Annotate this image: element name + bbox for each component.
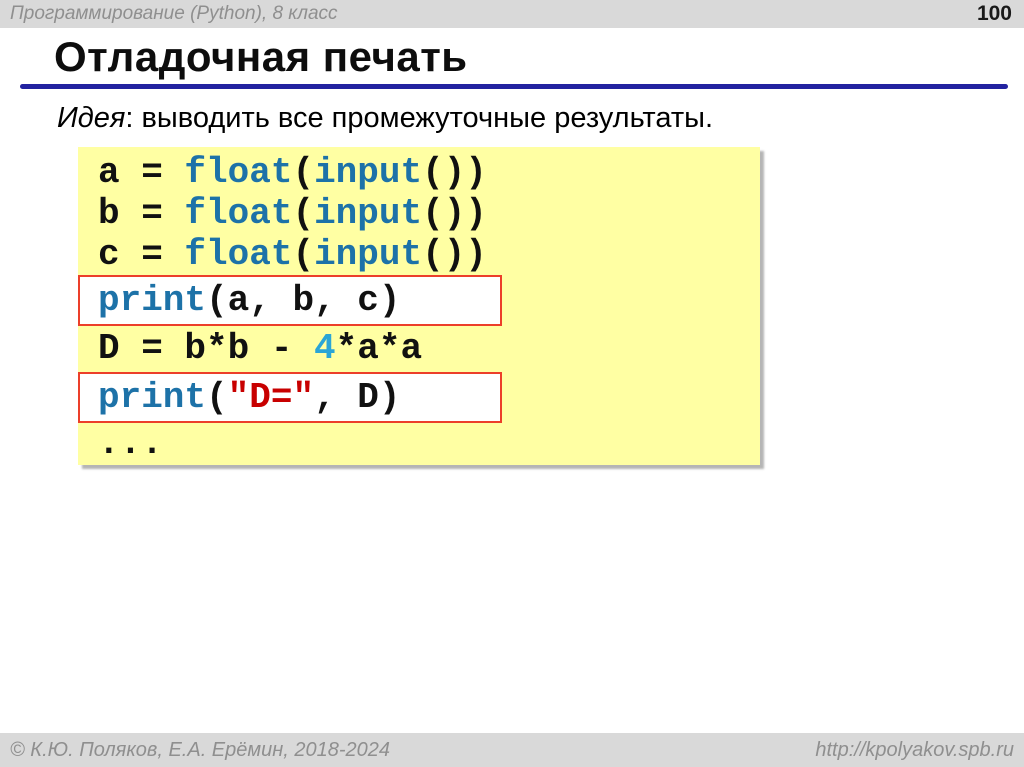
idea-lead: Идея <box>57 102 125 134</box>
code-token: D = b*b - <box>98 328 314 369</box>
code-token: ()) <box>422 234 487 275</box>
code-token: (a, b, c) <box>206 280 400 321</box>
title-underline <box>20 84 1008 89</box>
code-token: float <box>184 193 292 234</box>
code-token: ( <box>206 377 228 418</box>
code-token: ( <box>292 234 314 275</box>
code-token: b = <box>98 193 184 234</box>
slide: Программирование (Python), 8 класс 100 О… <box>0 0 1024 767</box>
code-token: print <box>98 280 206 321</box>
code-token: input <box>314 152 422 193</box>
code-token: , D) <box>314 377 400 418</box>
code-token: float <box>184 152 292 193</box>
course-label: Программирование (Python), 8 класс <box>10 3 977 25</box>
copyright-text: © К.Ю. Поляков, Е.А. Ерёмин, 2018-2024 <box>10 739 815 762</box>
code-token: c = <box>98 234 184 275</box>
code-line-highlighted: print(a, b, c) <box>78 275 502 326</box>
slide-title: Отладочная печать <box>54 33 468 81</box>
code-token: "D=" <box>228 377 314 418</box>
code-line: c = float(input()) <box>78 234 760 275</box>
page-number: 100 <box>977 2 1012 26</box>
code-token: ( <box>292 193 314 234</box>
code-token: a = <box>98 152 184 193</box>
code-line-highlighted: print("D=", D) <box>78 372 502 423</box>
code-token: *a*a <box>336 328 422 369</box>
code-line: D = b*b - 4*a*a <box>78 326 760 372</box>
code-token: ()) <box>422 152 487 193</box>
code-line: a = float(input()) <box>78 152 760 193</box>
code-token: print <box>98 377 206 418</box>
idea-text: Идея: выводить все промежуточные результ… <box>57 102 713 135</box>
site-url[interactable]: http://kpolyakov.spb.ru <box>815 739 1014 762</box>
code-token: ()) <box>422 193 487 234</box>
code-token: 4 <box>314 328 336 369</box>
code-line: b = float(input()) <box>78 193 760 234</box>
footer-bar: © К.Ю. Поляков, Е.А. Ерёмин, 2018-2024 h… <box>0 733 1024 767</box>
code-token: input <box>314 234 422 275</box>
code-token: float <box>184 234 292 275</box>
code-token: ( <box>292 152 314 193</box>
idea-rest: : выводить все промежуточные результаты. <box>125 102 713 134</box>
code-token: input <box>314 193 422 234</box>
code-block: a = float(input())b = float(input())c = … <box>78 147 760 465</box>
header-bar: Программирование (Python), 8 класс 100 <box>0 0 1024 28</box>
code-token: ... <box>98 423 163 464</box>
code-line: ... <box>78 423 760 464</box>
